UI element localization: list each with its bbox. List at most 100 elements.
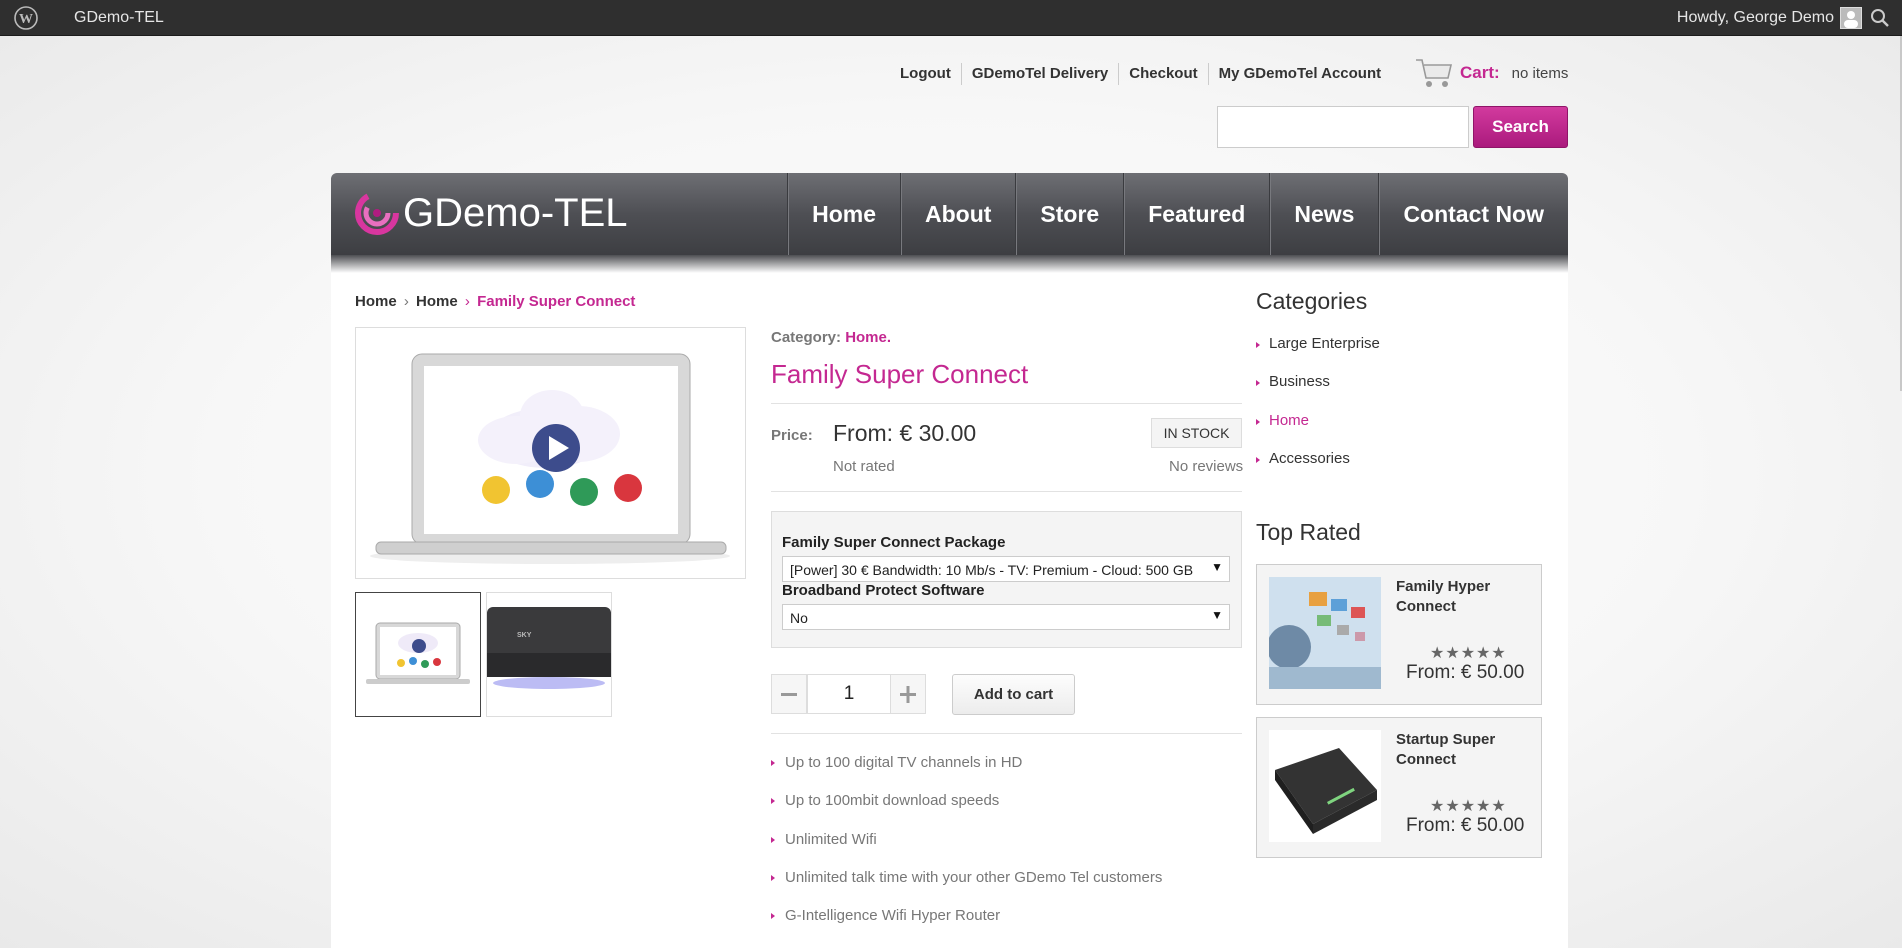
category-label: Accessories	[1269, 449, 1350, 467]
sidebar-item-accessories[interactable]: Accessories	[1256, 450, 1380, 488]
cart-count: no items	[1511, 64, 1569, 82]
software-option-label: Broadband Protect Software	[782, 582, 985, 599]
category-label: Business	[1269, 373, 1330, 391]
cart-widget[interactable]: Cart: no items	[1414, 56, 1568, 90]
cart-label[interactable]: Cart:	[1460, 63, 1500, 83]
quantity-input[interactable]: 1	[807, 674, 891, 714]
stock-badge: IN STOCK	[1151, 418, 1242, 448]
breadcrumb-home[interactable]: Home	[355, 293, 397, 310]
top-links: Logout GDemoTel Delivery Checkout My GDe…	[890, 62, 1391, 86]
nav-store[interactable]: Store	[1015, 173, 1123, 255]
software-select-value: No	[790, 610, 808, 626]
package-select-value: [Power] 30 € Bandwidth: 10 Mb/s - TV: Pr…	[790, 562, 1194, 578]
divider	[771, 491, 1242, 492]
star-rating: ★★★★★	[1430, 645, 1507, 662]
sidebar-item-business[interactable]: Business	[1256, 373, 1380, 411]
cart-icon[interactable]	[1414, 56, 1454, 90]
feature-text: Unlimited Wifi	[785, 830, 877, 848]
list-item: G-Intelligence Wifi Hyper Router	[771, 906, 1162, 944]
star-rating: ★★★★★	[1430, 798, 1507, 815]
feature-text: Up to 100 digital TV channels in HD	[785, 754, 1023, 771]
nav-featured[interactable]: Featured	[1123, 173, 1269, 255]
logo-text: GDemo-TEL	[403, 190, 628, 235]
top-rated-price: From: € 50.00	[1406, 815, 1525, 836]
user-icon	[1844, 11, 1858, 28]
list-item: Unlimited talk time with your other GDem…	[771, 868, 1162, 906]
breadcrumb-current: Family Super Connect	[477, 293, 636, 310]
category-list: Large Enterprise Business Home Accessori…	[1256, 335, 1380, 488]
dropdown-arrow-icon: ▼	[1211, 608, 1223, 622]
nav-contact[interactable]: Contact Now	[1378, 173, 1568, 255]
top-rated-heading: Top Rated	[1256, 519, 1361, 545]
admin-howdy[interactable]: Howdy, George Demo	[1677, 9, 1834, 27]
list-item: Up to 100 digital TV channels in HD	[771, 753, 1162, 791]
price-label: Price:	[771, 427, 813, 444]
sidebar-item-large-enterprise[interactable]: Large Enterprise	[1256, 335, 1380, 373]
feature-text: Up to 100mbit download speeds	[785, 792, 1000, 810]
package-select[interactable]: [Power] 30 € Bandwidth: 10 Mb/s - TV: Pr…	[782, 556, 1230, 582]
bullet-icon	[771, 760, 775, 766]
quantity-decrease-button[interactable]	[771, 674, 807, 714]
package-option-label: Family Super Connect Package	[782, 534, 1006, 551]
avatar[interactable]	[1840, 7, 1862, 29]
logout-link[interactable]: Logout	[890, 63, 961, 85]
top-rated-price: From: € 50.00	[1406, 662, 1525, 683]
laptop-cloud-image	[370, 353, 730, 564]
rating-text: Not rated	[833, 458, 895, 475]
checkout-link[interactable]: Checkout	[1118, 63, 1207, 85]
wordpress-icon[interactable]: W	[14, 6, 38, 30]
nav-news[interactable]: News	[1269, 173, 1378, 255]
delivery-link[interactable]: GDemoTel Delivery	[960, 63, 1118, 85]
router-thumb-image: SKY	[487, 607, 611, 689]
product-category: Category: Home.	[771, 329, 891, 346]
nav-home[interactable]: Home	[787, 173, 900, 255]
breadcrumb-separator: ›	[464, 293, 470, 310]
divider	[771, 403, 1242, 404]
site-logo[interactable]: GDemo-TEL	[355, 188, 628, 238]
product-thumb-laptop[interactable]	[355, 592, 481, 717]
dropdown-arrow-icon: ▼	[1211, 560, 1223, 574]
search-input[interactable]	[1217, 106, 1469, 148]
minus-icon	[781, 693, 797, 696]
category-label: Home	[1269, 411, 1310, 429]
site-header: GDemo-TEL Home About Store Featured News…	[331, 173, 1568, 255]
list-item: Unlimited Wifi	[771, 830, 1162, 868]
top-rated-name[interactable]: Startup Super Connect	[1396, 730, 1536, 770]
product-main-image[interactable]	[355, 327, 746, 579]
startup-super-connect-image	[1269, 730, 1381, 842]
admin-search-icon[interactable]	[1870, 8, 1890, 28]
bullet-icon	[771, 874, 775, 881]
bullet-icon	[1256, 418, 1260, 425]
search-button[interactable]: Search	[1473, 106, 1568, 148]
logo-swirl-icon	[355, 191, 399, 235]
bullet-icon	[1256, 456, 1260, 463]
account-link[interactable]: My GDemoTel Account	[1207, 63, 1392, 85]
software-select[interactable]: No ▼	[782, 604, 1230, 630]
admin-site-name[interactable]: GDemo-TEL	[74, 9, 164, 27]
feature-list: Up to 100 digital TV channels in HD Up t…	[771, 753, 1162, 944]
breadcrumb-separator: ›	[403, 293, 409, 310]
bullet-icon	[771, 798, 775, 805]
product-title: Family Super Connect	[771, 359, 1029, 389]
category-link[interactable]: Home.	[845, 329, 891, 346]
product-thumb-router[interactable]: SKY	[486, 592, 612, 717]
plus-icon	[900, 686, 916, 703]
categories-heading: Categories	[1256, 288, 1368, 314]
feature-text: Unlimited talk time with your other GDem…	[785, 868, 1163, 886]
laptop-thumb-image	[366, 622, 470, 684]
top-rated-card[interactable]: Startup Super Connect ★★★★★ From: € 50.0…	[1256, 717, 1542, 858]
svg-text:W: W	[19, 12, 33, 27]
top-rated-card[interactable]: Family Hyper Connect ★★★★★ From: € 50.00	[1256, 564, 1542, 705]
add-to-cart-button[interactable]: Add to cart	[952, 674, 1075, 715]
list-item: Up to 100mbit download speeds	[771, 791, 1162, 829]
sidebar-item-home[interactable]: Home	[1256, 412, 1380, 450]
bullet-icon	[1256, 342, 1260, 348]
divider	[771, 733, 1242, 734]
breadcrumb-home-category[interactable]: Home	[416, 293, 458, 310]
top-rated-name[interactable]: Family Hyper Connect	[1396, 577, 1536, 617]
bullet-icon	[771, 836, 775, 843]
quantity-increase-button[interactable]	[890, 674, 926, 714]
category-label: Category:	[771, 329, 842, 346]
reviews-link[interactable]: No reviews	[1169, 458, 1243, 475]
nav-about[interactable]: About	[899, 173, 1015, 255]
